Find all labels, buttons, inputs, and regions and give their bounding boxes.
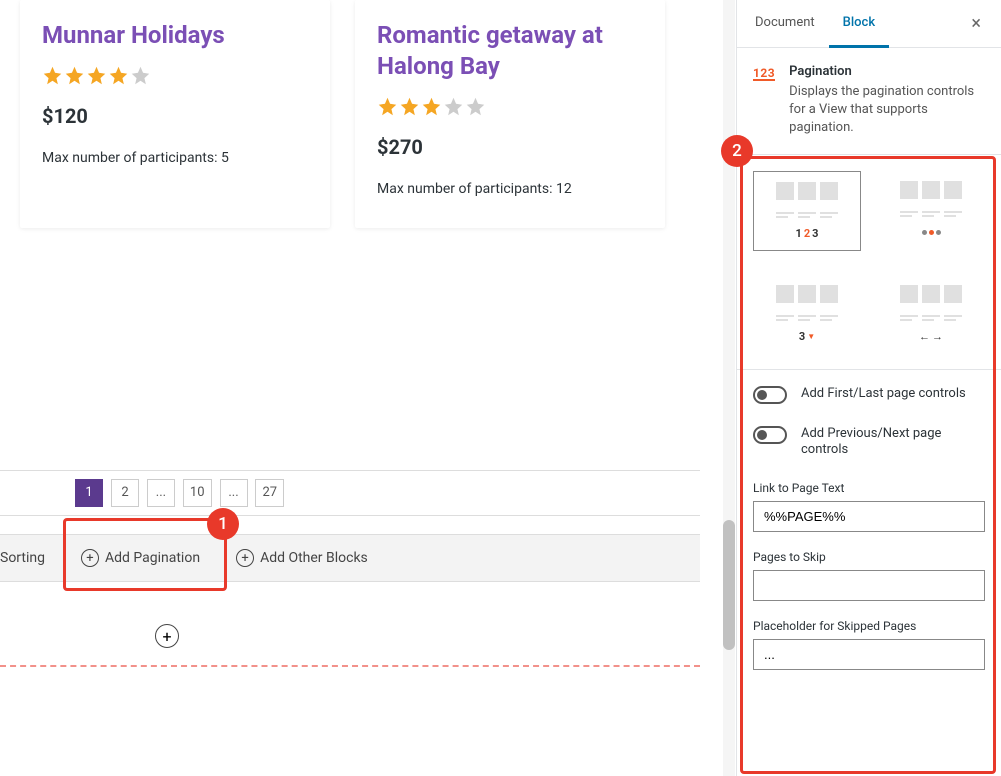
sidebar-tabs: Document Block × bbox=[737, 0, 1001, 48]
page-number[interactable]: 10 bbox=[183, 479, 212, 507]
blocks-toolbar: Sorting + Add Pagination + Add Other Blo… bbox=[0, 534, 700, 582]
block-description: Displays the pagination controls for a V… bbox=[789, 83, 985, 138]
card-title[interactable]: Romantic getaway at Halong Bay bbox=[377, 20, 643, 82]
inspector-sidebar: Document Block × 123 Pagination Displays… bbox=[736, 0, 1001, 776]
arrow-left-icon: ← bbox=[919, 330, 930, 343]
style-thumb bbox=[900, 285, 962, 303]
style-thumb-lines bbox=[900, 315, 962, 321]
rating-stars bbox=[377, 96, 643, 117]
star-icon bbox=[86, 65, 107, 86]
rating-stars bbox=[42, 65, 308, 86]
style-thumb bbox=[776, 285, 838, 303]
style-option-arrows[interactable]: ← → bbox=[877, 275, 985, 353]
toggle-prev-next[interactable] bbox=[753, 426, 787, 444]
star-icon bbox=[377, 96, 398, 117]
settings-panel: Add First/Last page controls Add Previou… bbox=[737, 370, 1001, 705]
style-label: ← → bbox=[919, 331, 943, 343]
toggle-label: Add First/Last page controls bbox=[801, 386, 966, 403]
star-icon bbox=[64, 65, 85, 86]
add-pagination-button[interactable]: + Add Pagination bbox=[63, 549, 218, 567]
add-pagination-label: Add Pagination bbox=[105, 550, 200, 566]
style-thumb-lines bbox=[776, 212, 838, 218]
pagination-icon: 123 bbox=[753, 64, 775, 81]
block-header: 123 Pagination Displays the pagination c… bbox=[737, 48, 1001, 155]
sorting-action[interactable]: Sorting bbox=[0, 550, 63, 566]
product-card: Romantic getaway at Halong Bay $270 Max … bbox=[355, 0, 665, 228]
star-icon bbox=[108, 65, 129, 86]
toggle-label: Add Previous/Next page controls bbox=[801, 426, 985, 460]
style-variants-panel: 1 2 3 3▼ ← → bbox=[737, 155, 1001, 370]
plus-icon: + bbox=[81, 549, 99, 567]
style-label bbox=[922, 227, 941, 239]
star-icon bbox=[443, 96, 464, 117]
style-option-dots[interactable] bbox=[877, 171, 985, 251]
style-thumb bbox=[776, 182, 838, 200]
card-price: $270 bbox=[377, 135, 643, 159]
block-title: Pagination bbox=[789, 64, 985, 79]
card-meta: Max number of participants: 12 bbox=[377, 179, 643, 200]
field-label: Pages to Skip bbox=[753, 550, 985, 564]
style-label: 1 2 3 bbox=[796, 228, 819, 240]
tab-document[interactable]: Document bbox=[741, 0, 829, 48]
star-icon bbox=[130, 65, 151, 86]
add-other-blocks-button[interactable]: + Add Other Blocks bbox=[218, 549, 386, 567]
field-label: Placeholder for Skipped Pages bbox=[753, 619, 985, 633]
pages-to-skip-input[interactable] bbox=[753, 570, 985, 601]
page-number[interactable]: 27 bbox=[255, 479, 284, 507]
card-title[interactable]: Munnar Holidays bbox=[42, 20, 308, 51]
pagination-control: 1 2 ... 10 ... 27 bbox=[0, 470, 700, 516]
style-thumb-lines bbox=[900, 211, 962, 217]
style-label: 3▼ bbox=[799, 331, 815, 343]
page-ellipsis: ... bbox=[220, 479, 248, 507]
style-thumb bbox=[900, 181, 962, 199]
add-other-label: Add Other Blocks bbox=[260, 550, 368, 566]
style-option-dropdown[interactable]: 3▼ bbox=[753, 275, 861, 353]
close-icon[interactable]: × bbox=[955, 13, 997, 34]
style-option-numbers[interactable]: 1 2 3 bbox=[753, 171, 861, 251]
link-to-page-text-input[interactable] bbox=[753, 501, 985, 532]
product-card: Munnar Holidays $120 Max number of parti… bbox=[20, 0, 330, 228]
page-ellipsis: ... bbox=[147, 479, 175, 507]
style-thumb-lines bbox=[776, 315, 838, 321]
scrollbar-track bbox=[723, 0, 735, 776]
star-icon bbox=[42, 65, 63, 86]
star-icon bbox=[399, 96, 420, 117]
field-label: Link to Page Text bbox=[753, 481, 985, 495]
tab-block[interactable]: Block bbox=[829, 0, 889, 48]
star-icon bbox=[465, 96, 486, 117]
card-price: $120 bbox=[42, 104, 308, 128]
toggle-first-last[interactable] bbox=[753, 386, 787, 404]
placeholder-skipped-input[interactable] bbox=[753, 639, 985, 670]
scrollbar-thumb[interactable] bbox=[723, 520, 735, 650]
arrow-right-icon: → bbox=[932, 330, 943, 343]
star-icon bbox=[421, 96, 442, 117]
page-number[interactable]: 1 bbox=[75, 479, 103, 507]
plus-icon: + bbox=[236, 549, 254, 567]
block-boundary bbox=[0, 665, 700, 667]
page-number[interactable]: 2 bbox=[111, 479, 139, 507]
card-meta: Max number of participants: 5 bbox=[42, 148, 308, 169]
add-block-button[interactable]: + bbox=[155, 624, 179, 648]
sorting-label: Sorting bbox=[0, 550, 45, 566]
